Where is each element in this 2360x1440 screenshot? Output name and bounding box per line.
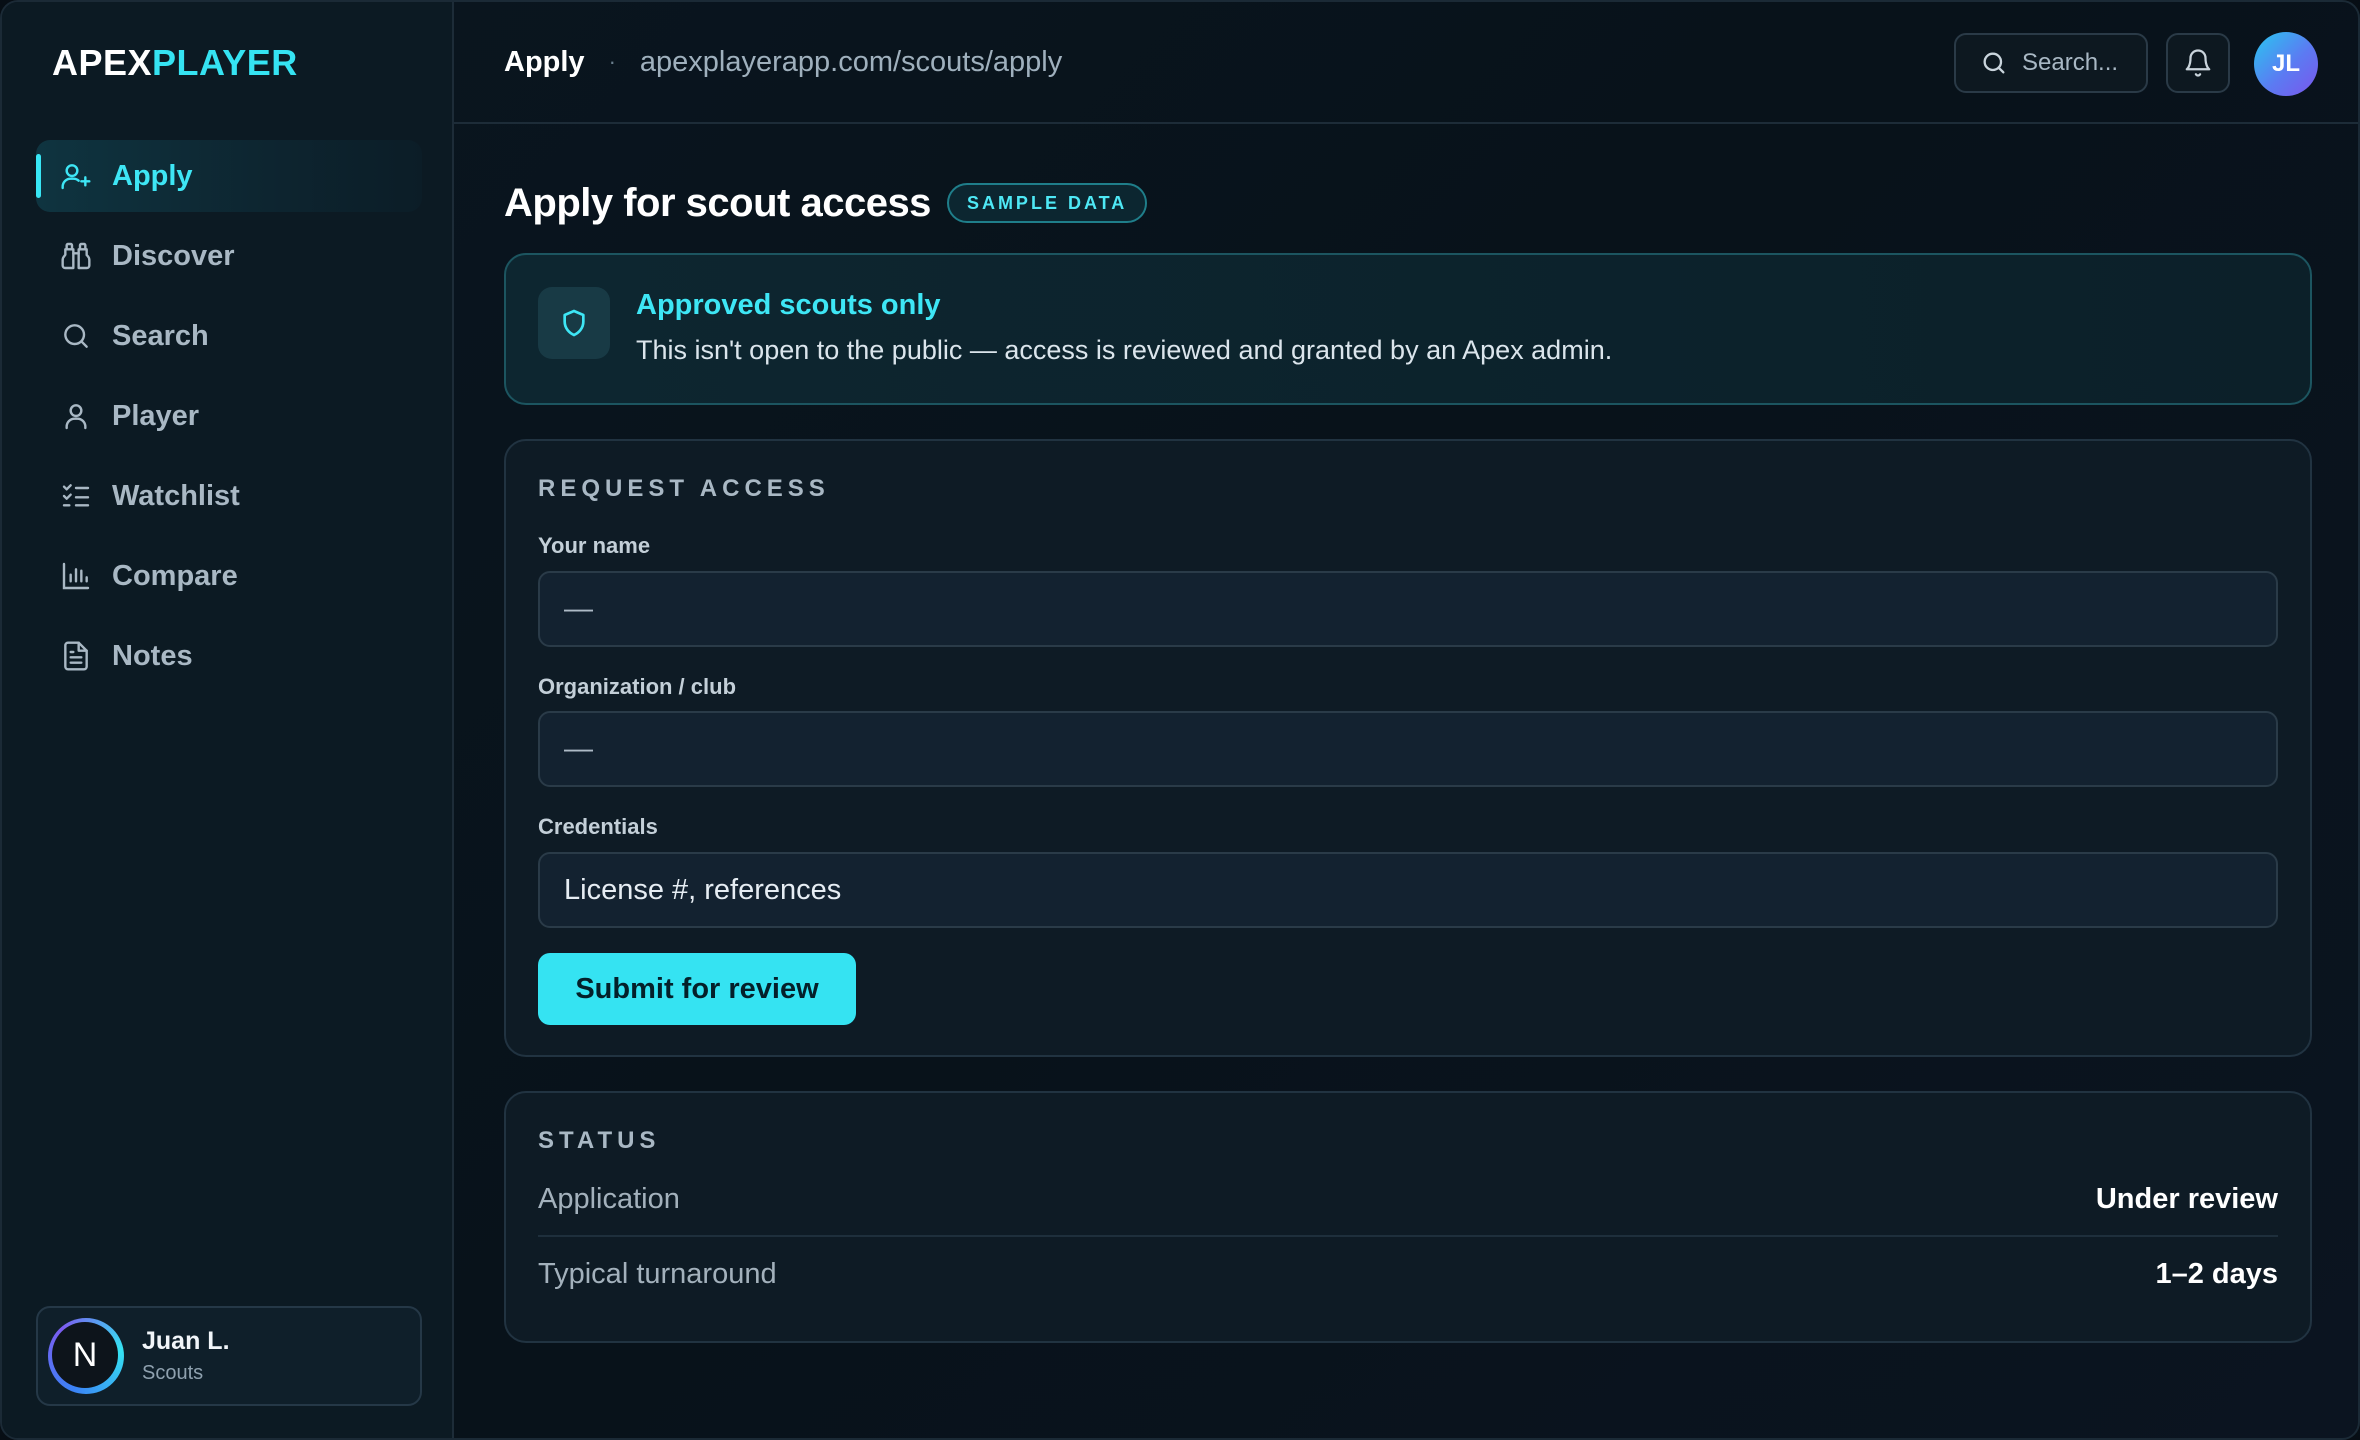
sidebar-item-label: Player	[112, 399, 200, 432]
notice-icon-box	[538, 287, 610, 359]
search-icon	[1983, 52, 2005, 74]
topbar: Apply · apexplayerapp.com/scouts/apply S…	[454, 2, 2358, 124]
status-key: Typical turnaround	[538, 1257, 777, 1290]
status-row-application: Application Under review	[538, 1163, 2278, 1237]
sidebar-item-label: Search	[112, 319, 209, 352]
status-value: 1–2 days	[2155, 1257, 2278, 1290]
sidebar-item-search[interactable]: Search	[36, 300, 422, 372]
sidebar-item-label: Apply	[112, 159, 193, 192]
main-panel: Apply · apexplayerapp.com/scouts/apply S…	[454, 2, 2358, 1438]
user-info: Juan L. Scouts	[142, 1327, 230, 1385]
sidebar-item-label: Compare	[112, 559, 238, 592]
app-window: APEXPLAYER Apply Discover Search Player …	[0, 0, 2360, 1440]
binoculars-icon	[61, 242, 91, 270]
sidebar-item-discover[interactable]: Discover	[36, 220, 422, 292]
search-placeholder: Search...	[2022, 49, 2119, 76]
status-value: Under review	[2095, 1182, 2278, 1215]
sample-data-badge: SAMPLE DATA	[946, 183, 1148, 223]
sidebar-nav: Apply Discover Search Player Watchlist C…	[36, 140, 422, 700]
sidebar-item-apply[interactable]: Apply	[36, 140, 422, 212]
sidebar-item-label: Watchlist	[112, 479, 240, 512]
organization-field[interactable]: —	[538, 711, 2278, 787]
avatar: N	[48, 1318, 124, 1394]
page-title: Apply for scout access	[504, 180, 931, 225]
brand-part2: PLAYER	[152, 42, 298, 83]
sidebar-item-notes[interactable]: Notes	[36, 620, 422, 692]
status-key: Application	[538, 1182, 680, 1215]
sidebar-item-label: Discover	[112, 239, 235, 272]
sidebar-item-watchlist[interactable]: Watchlist	[36, 460, 422, 532]
user-name: Juan L.	[142, 1327, 230, 1355]
name-field-label: Your name	[538, 533, 651, 558]
name-field[interactable]: —	[538, 571, 2278, 647]
breadcrumb-separator: ·	[608, 49, 616, 74]
notifications-button[interactable]	[2166, 33, 2230, 93]
sidebar-item-player[interactable]: Player	[36, 380, 422, 452]
credentials-field-label: Credentials	[538, 814, 658, 839]
submit-for-review-button[interactable]: Submit for review	[538, 953, 856, 1025]
shield-icon	[563, 309, 585, 337]
status-row-turnaround: Typical turnaround 1–2 days	[538, 1237, 2278, 1311]
search-icon	[64, 324, 88, 348]
request-access-heading: REQUEST ACCESS	[538, 475, 830, 502]
list-checks-icon	[62, 484, 90, 507]
breadcrumb-url: apexplayerapp.com/scouts/apply	[639, 45, 1063, 78]
request-access-card: REQUEST ACCESS Your name — Organization …	[504, 439, 2312, 1057]
status-heading: STATUS	[538, 1127, 661, 1154]
notice-title: Approved scouts only	[636, 289, 941, 321]
bell-icon	[2185, 49, 2211, 77]
sidebar-item-compare[interactable]: Compare	[36, 540, 422, 612]
user-icon	[65, 404, 87, 430]
brand-logo[interactable]: APEXPLAYER	[52, 42, 298, 84]
status-card: STATUS Application Under review Typical …	[504, 1091, 2312, 1343]
approved-scouts-notice: Approved scouts only This isn't open to …	[504, 253, 2312, 405]
breadcrumb-title: Apply	[504, 45, 585, 78]
user-plus-icon	[61, 164, 91, 190]
sidebar: APEXPLAYER Apply Discover Search Player …	[2, 2, 454, 1438]
avatar-initial: N	[52, 1322, 118, 1388]
bar-chart-icon	[62, 562, 90, 590]
account-avatar[interactable]: JL	[2254, 32, 2318, 96]
credentials-field[interactable]: License #, references	[538, 852, 2278, 928]
file-text-icon	[64, 641, 88, 671]
sidebar-item-label: Notes	[112, 639, 193, 672]
page-header: Apply for scout access SAMPLE DATA	[504, 179, 2312, 227]
notice-body: This isn't open to the public — access i…	[636, 335, 1613, 365]
page-content: Apply for scout access SAMPLE DATA Appro…	[504, 124, 2312, 1343]
search-input[interactable]: Search...	[1954, 33, 2148, 93]
brand-part1: APEX	[52, 42, 153, 83]
user-profile-card[interactable]: N Juan L. Scouts	[36, 1306, 422, 1406]
organization-field-label: Organization / club	[538, 674, 737, 699]
user-role: Scouts	[142, 1362, 204, 1384]
